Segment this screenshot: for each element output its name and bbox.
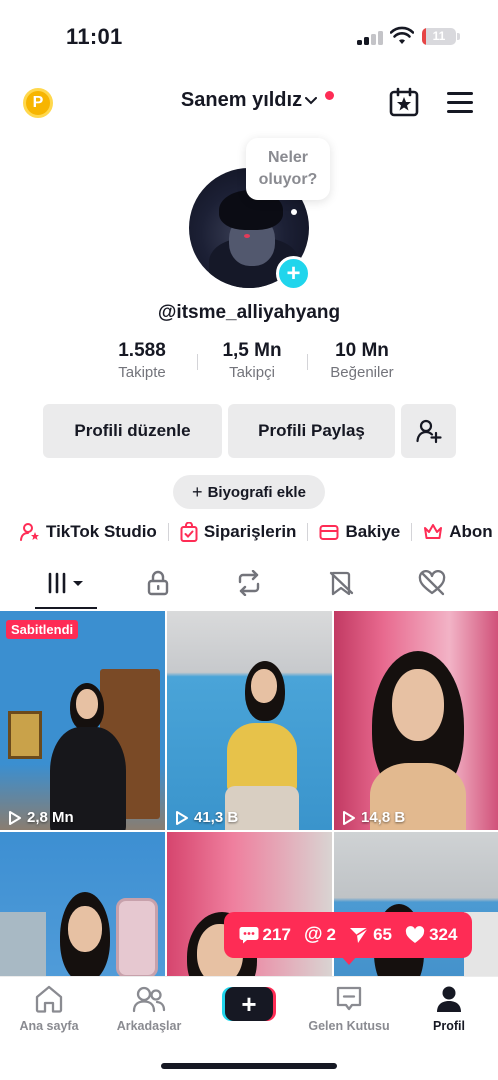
comments-count: 217: [239, 925, 291, 945]
mentions-count: @ 2: [303, 924, 336, 945]
heart-icon: [405, 926, 425, 943]
account-switcher[interactable]: Sanem yıldız: [0, 89, 498, 112]
home-indicator: [161, 1063, 337, 1069]
video-tile[interactable]: 14,8 B: [334, 611, 498, 830]
status-bar: 11:01 11: [0, 0, 498, 74]
profile-tabs: [0, 563, 498, 609]
plus-icon: +: [225, 987, 273, 1021]
inbox-icon: [336, 986, 362, 1011]
profile-handle: @itsme_alliyahyang: [157, 302, 341, 323]
active-tab-indicator: [35, 607, 97, 609]
nav-home[interactable]: Ana sayfa: [4, 983, 94, 1033]
video-tile[interactable]: [0, 832, 165, 976]
grid-icon: [48, 572, 83, 594]
hamburger-menu-icon[interactable]: [447, 92, 473, 114]
friends-icon: [132, 986, 166, 1013]
status-time: 11:01: [66, 24, 123, 49]
nav-profile[interactable]: Profil: [404, 983, 494, 1033]
wifi-icon: [390, 26, 414, 44]
shares-count: 65: [349, 925, 392, 945]
battery-percent: 11: [432, 29, 446, 43]
shortcut-orders[interactable]: Siparişlerin: [180, 522, 296, 542]
account-title: Sanem yıldız: [180, 89, 303, 111]
play-icon: [343, 810, 355, 825]
view-count: 41,3 B: [194, 809, 239, 826]
repost-icon: [238, 570, 260, 596]
person-star-icon: [20, 523, 39, 541]
view-count: 14,8 B: [361, 809, 406, 826]
share-arrow-icon: [350, 927, 369, 943]
profile-icon: [437, 986, 461, 1012]
play-icon: [9, 810, 21, 825]
tab-videos[interactable]: [45, 569, 89, 597]
battery-icon: 11: [422, 28, 456, 45]
tab-reposts[interactable]: [231, 569, 267, 597]
at-sign-icon: @: [303, 924, 323, 945]
shortcut-tiktok-studio[interactable]: TikTok Studio: [20, 522, 157, 542]
view-count: 2,8 Mn: [27, 809, 74, 826]
nav-inbox[interactable]: Gelen Kutusu: [304, 983, 394, 1033]
create-button[interactable]: +: [222, 987, 276, 1021]
liked-heart-icon: [418, 570, 446, 596]
bookmark-icon: [329, 571, 354, 596]
edit-profile-button[interactable]: Profili düzenle: [43, 404, 222, 458]
shortcut-strip: TikTok Studio Siparişlerin Bakiye Abon: [20, 518, 493, 546]
notification-dot: [325, 91, 334, 100]
cellular-signal-icon: [357, 31, 383, 45]
plus-icon: +: [192, 481, 203, 502]
home-icon: [35, 985, 63, 1013]
tab-private[interactable]: [140, 569, 176, 597]
shortcut-subscription[interactable]: Abon: [423, 522, 493, 542]
comment-icon: [239, 927, 259, 944]
lock-icon: [147, 570, 169, 596]
crown-icon: [424, 524, 443, 539]
order-bag-icon: [180, 522, 198, 542]
stat-following[interactable]: 1.588 Takipte: [87, 340, 197, 381]
calendar-star-icon[interactable]: [389, 87, 419, 117]
stat-likes[interactable]: 10 Mn Beğeniler: [307, 340, 417, 381]
profile-stats: 1.588 Takipte 1,5 Mn Takipçi 10 Mn Beğen…: [87, 340, 417, 386]
likes-count: 324: [405, 925, 457, 945]
chevron-down-icon: [305, 96, 318, 104]
note-bubble[interactable]: Neler oluyor?: [246, 138, 330, 200]
share-profile-button[interactable]: Profili Paylaş: [228, 404, 395, 458]
pinned-badge: Sabitlendi: [6, 620, 79, 639]
add-bio-button[interactable]: + Biyografi ekle: [173, 475, 325, 509]
activity-summary-pill[interactable]: 217 @ 2 65 324: [224, 912, 472, 958]
wallet-icon: [319, 525, 339, 540]
video-tile[interactable]: Sabitlendi 2,8 Mn: [0, 611, 165, 830]
add-person-icon: [415, 419, 442, 444]
add-friend-button[interactable]: [401, 404, 456, 458]
nav-friends[interactable]: Arkadaşlar: [104, 983, 194, 1033]
play-icon: [176, 810, 188, 825]
tab-saved[interactable]: [323, 569, 359, 597]
shortcut-balance[interactable]: Bakiye: [319, 522, 400, 542]
video-tile[interactable]: 41,3 B: [167, 611, 332, 830]
tab-liked[interactable]: [414, 569, 450, 597]
stat-followers[interactable]: 1,5 Mn Takipçi: [197, 340, 307, 381]
add-story-button[interactable]: +: [276, 256, 311, 291]
